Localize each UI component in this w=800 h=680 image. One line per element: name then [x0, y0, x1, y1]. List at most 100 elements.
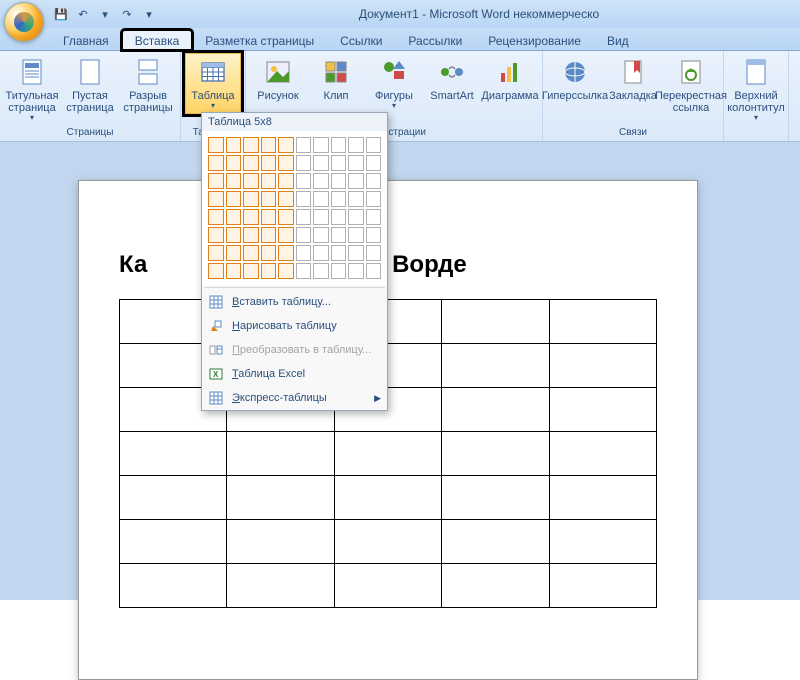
- shapes-button[interactable]: Фигуры▾: [366, 53, 422, 114]
- grid-cell[interactable]: [243, 137, 259, 153]
- tab-главная[interactable]: Главная: [50, 30, 122, 50]
- table-cell[interactable]: [120, 520, 227, 564]
- hyperlink-button[interactable]: Гиперссылка: [547, 53, 603, 105]
- table-cell[interactable]: [442, 300, 549, 344]
- table-button[interactable]: Таблица▾: [185, 53, 241, 114]
- grid-cell[interactable]: [243, 227, 259, 243]
- grid-cell[interactable]: [331, 173, 347, 189]
- grid-cell[interactable]: [278, 245, 294, 261]
- grid-cell[interactable]: [243, 173, 259, 189]
- grid-cell[interactable]: [296, 263, 312, 279]
- menu-item-grid[interactable]: Вставить таблицу...: [202, 290, 387, 314]
- grid-cell[interactable]: [226, 173, 242, 189]
- table-cell[interactable]: [549, 432, 656, 476]
- chart-button[interactable]: Диаграмма: [482, 53, 538, 105]
- grid-cell[interactable]: [348, 137, 364, 153]
- office-button[interactable]: [4, 2, 44, 42]
- grid-cell[interactable]: [313, 191, 329, 207]
- grid-cell[interactable]: [278, 191, 294, 207]
- grid-cell[interactable]: [243, 263, 259, 279]
- crossref-button[interactable]: Перекрестная ссылка: [663, 53, 719, 117]
- grid-cell[interactable]: [331, 191, 347, 207]
- grid-cell[interactable]: [366, 137, 382, 153]
- grid-cell[interactable]: [296, 173, 312, 189]
- grid-cell[interactable]: [313, 245, 329, 261]
- grid-cell[interactable]: [208, 227, 224, 243]
- grid-cell[interactable]: [313, 209, 329, 225]
- chevron-down-icon[interactable]: ▾: [96, 5, 114, 23]
- grid-cell[interactable]: [208, 191, 224, 207]
- undo-icon[interactable]: ↶: [74, 5, 92, 23]
- menu-item-excel[interactable]: XТаблица Excel: [202, 362, 387, 386]
- table-cell[interactable]: [227, 476, 334, 520]
- grid-cell[interactable]: [261, 227, 277, 243]
- table-cell[interactable]: [549, 300, 656, 344]
- grid-cell[interactable]: [366, 173, 382, 189]
- grid-cell[interactable]: [331, 155, 347, 171]
- table-cell[interactable]: [549, 520, 656, 564]
- chevron-down-icon[interactable]: ▾: [140, 5, 158, 23]
- table-cell[interactable]: [120, 432, 227, 476]
- grid-cell[interactable]: [366, 263, 382, 279]
- grid-cell[interactable]: [208, 137, 224, 153]
- bookmark-button[interactable]: Закладка: [605, 53, 661, 105]
- grid-cell[interactable]: [366, 209, 382, 225]
- grid-cell[interactable]: [296, 209, 312, 225]
- grid-cell[interactable]: [278, 209, 294, 225]
- grid-cell[interactable]: [208, 173, 224, 189]
- tab-рассылки[interactable]: Рассылки: [395, 30, 475, 50]
- grid-cell[interactable]: [261, 173, 277, 189]
- grid-cell[interactable]: [243, 209, 259, 225]
- grid-cell[interactable]: [348, 191, 364, 207]
- grid-cell[interactable]: [331, 245, 347, 261]
- grid-cell[interactable]: [348, 155, 364, 171]
- grid-cell[interactable]: [331, 263, 347, 279]
- tab-ссылки[interactable]: Ссылки: [327, 30, 395, 50]
- grid-cell[interactable]: [278, 137, 294, 153]
- grid-cell[interactable]: [278, 173, 294, 189]
- grid-cell[interactable]: [261, 245, 277, 261]
- grid-cell[interactable]: [348, 209, 364, 225]
- table-cell[interactable]: [334, 476, 441, 520]
- grid-cell[interactable]: [226, 155, 242, 171]
- grid-cell[interactable]: [261, 209, 277, 225]
- tab-рецензирование[interactable]: Рецензирование: [475, 30, 594, 50]
- grid-cell[interactable]: [366, 245, 382, 261]
- table-cell[interactable]: [120, 476, 227, 520]
- grid-cell[interactable]: [331, 209, 347, 225]
- table-cell[interactable]: [549, 476, 656, 520]
- menu-item-pencil[interactable]: Нарисовать таблицу: [202, 314, 387, 338]
- grid-cell[interactable]: [348, 245, 364, 261]
- grid-cell[interactable]: [243, 155, 259, 171]
- heading[interactable]: Ка у в Ворде: [119, 251, 657, 279]
- table-cell[interactable]: [120, 564, 227, 608]
- grid-cell[interactable]: [208, 263, 224, 279]
- clipart-button[interactable]: Клип: [308, 53, 364, 105]
- grid-cell[interactable]: [278, 263, 294, 279]
- save-icon[interactable]: 💾: [52, 5, 70, 23]
- grid-cell[interactable]: [243, 245, 259, 261]
- table-cell[interactable]: [442, 520, 549, 564]
- table-cell[interactable]: [334, 564, 441, 608]
- table-cell[interactable]: [334, 432, 441, 476]
- table-cell[interactable]: [227, 432, 334, 476]
- table-cell[interactable]: [549, 564, 656, 608]
- picture-button[interactable]: Рисунок: [250, 53, 306, 105]
- tab-вид[interactable]: Вид: [594, 30, 642, 50]
- grid-cell[interactable]: [261, 155, 277, 171]
- grid-cell[interactable]: [313, 155, 329, 171]
- grid-cell[interactable]: [296, 137, 312, 153]
- grid-cell[interactable]: [226, 137, 242, 153]
- smartart-button[interactable]: SmartArt: [424, 53, 480, 105]
- grid-cell[interactable]: [226, 263, 242, 279]
- grid-cell[interactable]: [313, 173, 329, 189]
- page-break-button[interactable]: Разрыв страницы: [120, 53, 176, 117]
- grid-cell[interactable]: [296, 245, 312, 261]
- grid-cell[interactable]: [208, 155, 224, 171]
- grid-cell[interactable]: [348, 227, 364, 243]
- grid-cell[interactable]: [243, 191, 259, 207]
- grid-cell[interactable]: [331, 137, 347, 153]
- table-cell[interactable]: [442, 344, 549, 388]
- redo-icon[interactable]: ↷: [118, 5, 136, 23]
- grid-cell[interactable]: [208, 245, 224, 261]
